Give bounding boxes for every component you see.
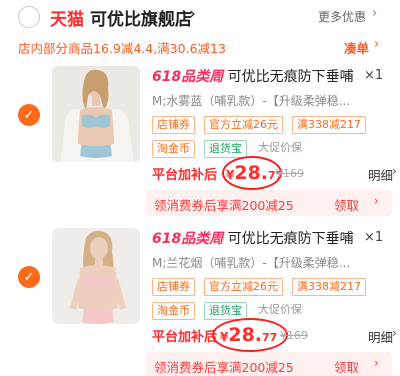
tag-taojinbi: 淘金币 — [152, 140, 195, 158]
cart-item: ✓ 618品类周 可优比无痕防下垂哺 ×1 M;兰花烟（哺乳款）-【升级柔弹稳.… — [0, 222, 400, 376]
voucher-bar[interactable]: 领消费券后享满200减25 领取 › — [146, 190, 392, 216]
tag-price-protection: 大促价保 — [256, 140, 304, 158]
promo-text: 店内部分商品16.9减4.4,满30.6减13 — [18, 41, 226, 56]
chevron-right-icon[interactable]: › — [372, 6, 377, 21]
tag-official-discount: 官方立减26元 — [204, 278, 283, 296]
benefit-tags: 店铺券 官方立减26元 满338减217 淘金币 退货宝 大促价保 — [152, 278, 396, 322]
benefit-tags: 店铺券 官方立减26元 满338减217 淘金币 退货宝 大促价保 — [152, 116, 396, 160]
tmall-badge: 天猫 — [50, 10, 84, 30]
product-title-text: 可优比无痕防下垂哺 — [223, 69, 354, 85]
sku-selector[interactable]: M;兰花烟（哺乳款）-【升级柔弹稳... — [152, 254, 384, 274]
chevron-right-icon[interactable]: › — [392, 326, 397, 340]
product-title[interactable]: 618品类周 可优比无痕防下垂哺 — [152, 66, 358, 86]
price-row: 平台加补后 ¥28.77 ¥169 明细 › — [152, 156, 397, 190]
promo-event-label: 618品类周 — [152, 69, 224, 85]
original-price: ¥169 — [280, 329, 308, 342]
tag-official-discount: 官方立减26元 — [204, 116, 283, 134]
check-icon: ✓ — [23, 269, 35, 285]
quantity[interactable]: ×1 — [364, 230, 383, 245]
coupon-link[interactable]: 凑单 — [344, 38, 369, 57]
product-title[interactable]: 618品类周 可优比无痕防下垂哺 — [152, 228, 358, 248]
claim-voucher-link[interactable]: 领取 — [334, 195, 359, 214]
original-price: ¥169 — [276, 167, 304, 180]
tag-return-insurance: 退货宝 — [204, 140, 247, 158]
item-checkbox[interactable]: ✓ — [18, 104, 40, 126]
final-price: ¥28.77 — [226, 162, 284, 184]
more-deals-link[interactable]: 更多优惠 — [318, 8, 366, 25]
claim-voucher-link[interactable]: 领取 — [334, 357, 359, 376]
tag-taojinbi: 淘金币 — [152, 302, 195, 320]
tag-price-protection: 大促价保 — [256, 302, 304, 320]
final-price: ¥28.77 — [220, 324, 278, 346]
product-photo — [52, 66, 140, 162]
price-detail-link[interactable]: 明细 — [368, 165, 393, 184]
chevron-right-icon[interactable]: › — [392, 164, 397, 178]
price-row: 平台加补后 ¥28.77 ¥169 明细 › — [152, 318, 397, 352]
check-icon: ✓ — [23, 107, 35, 123]
store-promo-bar: 店内部分商品16.9减4.4,满30.6减13 凑单 › — [0, 34, 400, 58]
store-header: 天猫 可优比旗舰店 › 更多优惠 › — [0, 0, 400, 34]
tag-store-coupon: 店铺券 — [152, 278, 195, 296]
voucher-bar[interactable]: 领消费券后享满200减25 领取 › — [146, 352, 392, 376]
tag-full-reduction: 满338减217 — [292, 116, 366, 134]
chevron-right-icon[interactable]: › — [189, 4, 196, 24]
chevron-right-icon[interactable]: › — [374, 356, 379, 370]
voucher-text: 领消费券后享满200减25 — [154, 360, 294, 375]
chevron-right-icon[interactable]: › — [374, 194, 379, 208]
tag-return-insurance: 退货宝 — [204, 302, 247, 320]
store-select-radio[interactable] — [18, 6, 40, 28]
price-detail-link[interactable]: 明细 — [368, 327, 393, 346]
voucher-text: 领消费券后享满200减25 — [154, 198, 294, 213]
quantity[interactable]: ×1 — [364, 68, 383, 83]
platform-subsidy-label: 平台加补后 — [152, 168, 218, 183]
product-photo — [52, 228, 140, 324]
product-title-text: 可优比无痕防下垂哺 — [223, 231, 354, 247]
item-checkbox[interactable]: ✓ — [18, 266, 40, 288]
promo-event-label: 618品类周 — [152, 231, 224, 247]
tag-store-coupon: 店铺券 — [152, 116, 195, 134]
product-thumbnail[interactable] — [52, 228, 140, 324]
cart-item: ✓ 618品类周 可优比无痕防下垂哺 ×1 M;水雾蓝（哺乳款）-【升级柔弹稳.… — [0, 60, 400, 222]
platform-subsidy-label: 平台加补后 — [152, 330, 218, 345]
product-thumbnail[interactable] — [52, 66, 140, 162]
store-name[interactable]: 可优比旗舰店 — [90, 5, 192, 30]
chevron-right-icon[interactable]: › — [374, 37, 379, 52]
tag-full-reduction: 满338减217 — [292, 278, 366, 296]
sku-selector[interactable]: M;水雾蓝（哺乳款）-【升级柔弹稳... — [152, 92, 384, 112]
